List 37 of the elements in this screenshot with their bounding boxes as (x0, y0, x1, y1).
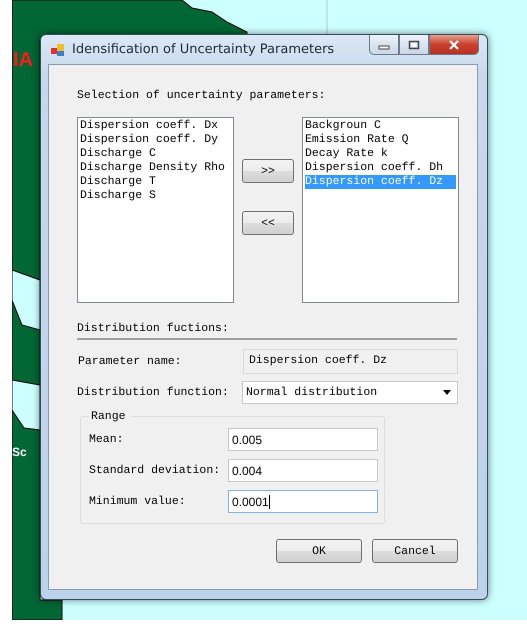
list-item[interactable]: Dispersion coeff. Dh (305, 161, 456, 175)
input-field[interactable]: 0.004 (228, 459, 378, 482)
list-item[interactable]: Discharge S (80, 189, 231, 203)
field-label: Distribution function: (77, 386, 229, 399)
remove-button[interactable]: << (242, 211, 294, 235)
field-label: Standard deviation: (89, 464, 220, 477)
field-label: Minimum value: (89, 495, 186, 508)
group-title: Range (89, 410, 131, 423)
field-label: Parameter name: (77, 355, 182, 368)
list-item[interactable]: Discharge T (80, 175, 231, 189)
ok-button[interactable]: OK (276, 539, 362, 563)
caret-icon (443, 390, 451, 395)
add-button[interactable]: >> (242, 159, 294, 183)
section-heading: Distribution fuctions: (77, 322, 457, 340)
list-item[interactable]: Dispersion coeff. Dy (80, 133, 231, 147)
window-title: Idensification of Uncertainty Parameters (72, 42, 334, 57)
maximize-icon (408, 40, 420, 50)
map-label: Sc (12, 445, 27, 459)
maximize-button[interactable] (399, 35, 429, 55)
list-item[interactable]: Backgroun C (305, 119, 456, 133)
map-label: IA (13, 49, 33, 72)
app-icon (50, 42, 66, 58)
readonly-field: Dispersion coeff. Dz (243, 349, 458, 374)
input-field[interactable]: 0.005 (228, 428, 378, 451)
close-icon (448, 40, 460, 50)
list-item[interactable]: Discharge Density Rho (80, 161, 231, 175)
list-item[interactable]: Discharge C (80, 147, 231, 161)
list-item[interactable]: Decay Rate k (305, 147, 456, 161)
input-field[interactable]: 0.0001 (228, 490, 378, 513)
field-label: Mean: (89, 433, 124, 446)
close-button[interactable] (429, 35, 479, 55)
minimize-button[interactable] (369, 35, 399, 55)
list-item[interactable]: Dispersion coeff. Dx (80, 119, 231, 133)
dropdown[interactable]: Normal distribution (242, 381, 458, 404)
cancel-button[interactable]: Cancel (372, 539, 458, 563)
list-item[interactable]: Emission Rate Q (305, 133, 456, 147)
section-label: Selection of uncertainty parameters: (77, 89, 326, 102)
